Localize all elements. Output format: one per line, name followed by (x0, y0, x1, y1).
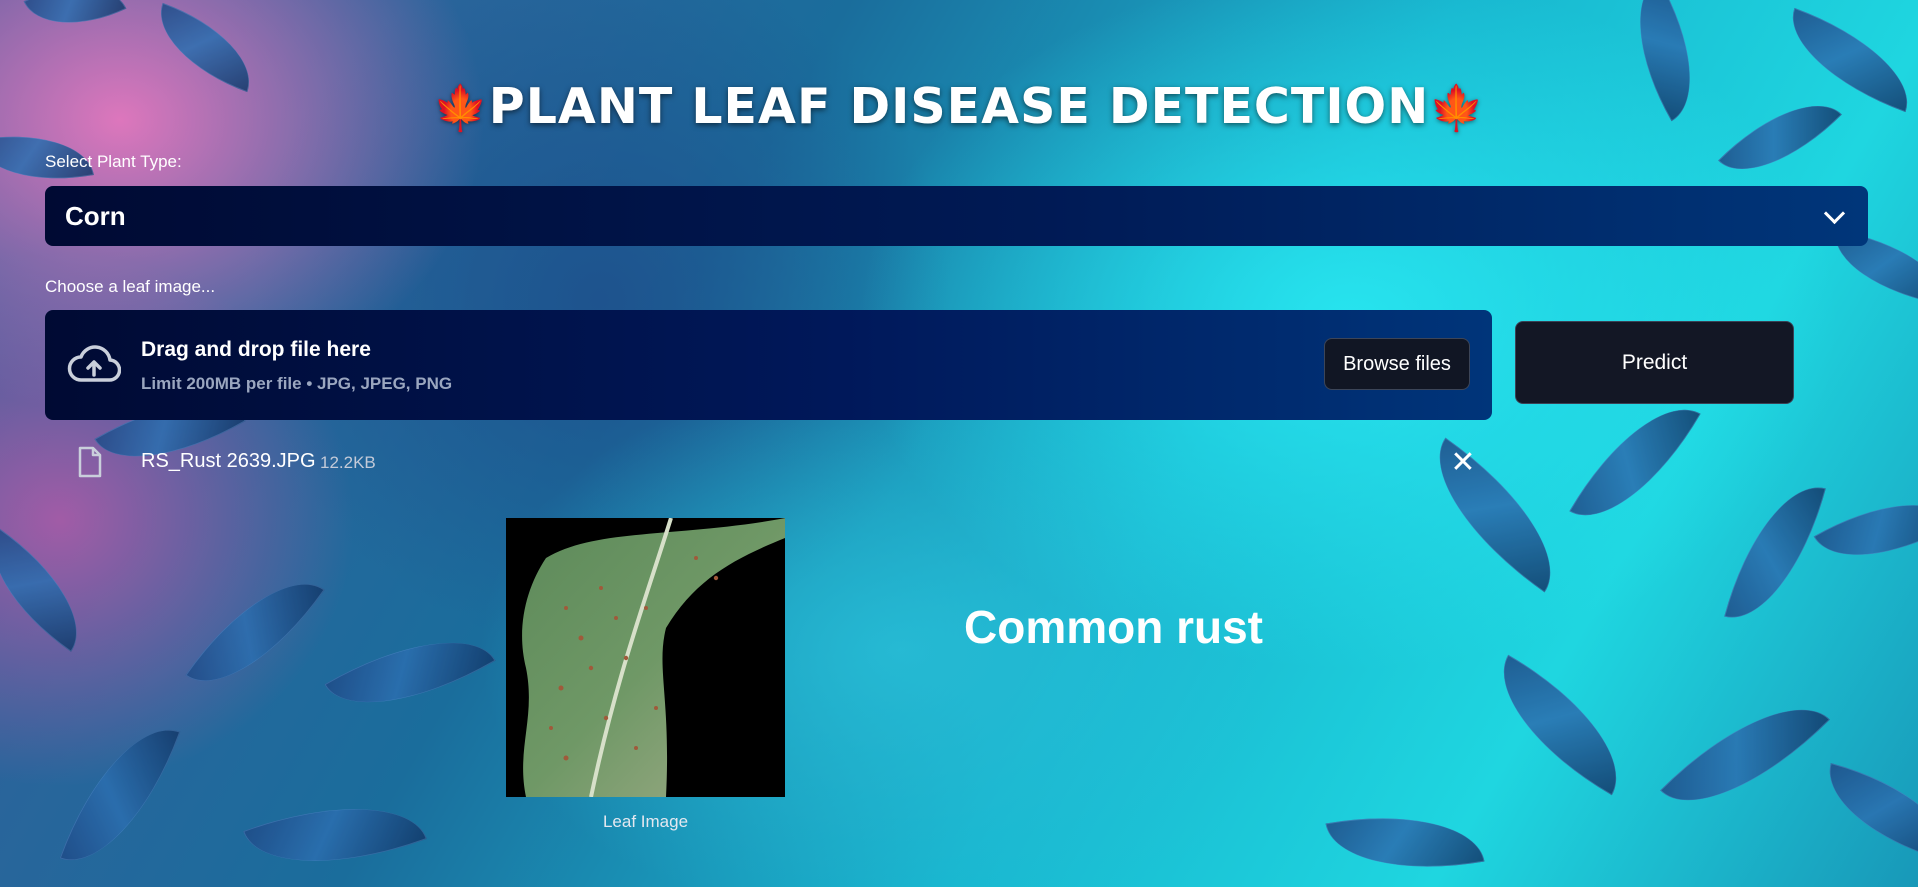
plant-type-label: Select Plant Type: (45, 152, 182, 171)
uploaded-file-size: 12.2KB (320, 453, 376, 472)
leaf-image-caption: Leaf Image (602, 812, 689, 831)
dropzone-subtitle: Limit 200MB per file • JPG, JPEG, PNG (141, 374, 453, 393)
file-uploader-label: Choose a leaf image... (45, 277, 216, 296)
prediction-result: Common rust (964, 601, 1263, 653)
page-title-text: PLANT LEAF DISEASE DETECTION (488, 78, 1430, 135)
uploaded-file-row: RS_Rust 2639.JPG 12.2KB ✕ (70, 440, 1480, 488)
page-title: 🍁PLANT LEAF DISEASE DETECTION🍁 (0, 78, 1918, 135)
maple-leaf-icon: 🍁 (1429, 83, 1486, 134)
cloud-upload-icon (67, 345, 121, 382)
chevron-down-icon[interactable] (1823, 202, 1846, 224)
dropzone-title: Drag and drop file here (141, 338, 371, 361)
file-dropzone[interactable]: Drag and drop file here Limit 200MB per … (45, 310, 1492, 420)
uploaded-file-name: RS_Rust 2639.JPG (141, 450, 316, 472)
browse-files-button[interactable]: Browse files (1324, 338, 1470, 390)
maple-leaf-icon: 🍁 (432, 83, 489, 134)
plant-type-select[interactable]: Corn (45, 186, 1868, 246)
predict-button[interactable]: Predict (1515, 321, 1794, 404)
app-root: 🍁PLANT LEAF DISEASE DETECTION🍁 Select Pl… (0, 0, 1918, 887)
file-icon (78, 446, 102, 478)
leaf-image-graphic (506, 517, 786, 798)
plant-type-selected-value: Corn (65, 200, 126, 231)
leaf-image (506, 517, 786, 798)
close-icon[interactable]: ✕ (1446, 446, 1480, 480)
